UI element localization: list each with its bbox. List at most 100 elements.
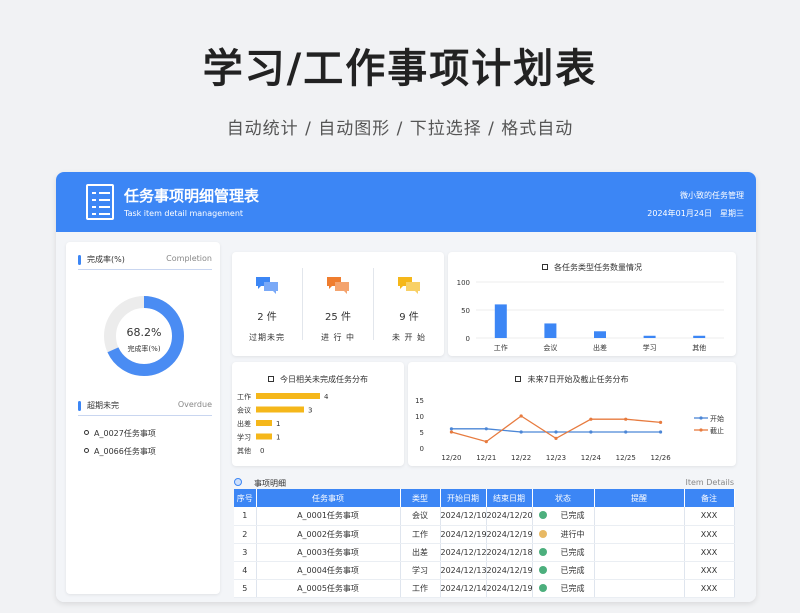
y-tick-label: 50 bbox=[461, 307, 470, 315]
column-header[interactable]: 任务事项 bbox=[256, 489, 401, 507]
stat-overdue: 2 件 过期未完 bbox=[232, 252, 302, 356]
cell-note[interactable]: XXX bbox=[684, 525, 735, 544]
y-tick-label: 0 bbox=[466, 335, 470, 343]
cell-end[interactable]: 2024/12/19 bbox=[486, 579, 533, 598]
cell-start[interactable]: 2024/12/19 bbox=[440, 525, 487, 544]
cell-task[interactable]: A_0002任务事项 bbox=[256, 525, 401, 544]
status-cell[interactable]: 已完成 bbox=[532, 579, 595, 598]
cell-end[interactable]: 2024/12/18 bbox=[486, 543, 533, 562]
x-tick-label: 12/20 bbox=[441, 454, 461, 462]
table-row[interactable]: 5 A_0005任务事项 工作 2024/12/14 2024/12/19 已完成 XXX bbox=[234, 579, 735, 598]
status-cell[interactable]: 已完成 bbox=[532, 507, 595, 526]
cell-task[interactable]: A_0001任务事项 bbox=[256, 507, 401, 526]
y-tick-label: 15 bbox=[415, 397, 424, 405]
overdue-item[interactable]: A_0066任务事项 bbox=[84, 446, 156, 457]
status-text: 进行中 bbox=[560, 529, 585, 539]
cell-type[interactable]: 出差 bbox=[400, 543, 441, 562]
cell-end[interactable]: 2024/12/19 bbox=[486, 561, 533, 580]
cell-start[interactable]: 2024/12/10 bbox=[440, 507, 487, 526]
stats-panel: 2 件 过期未完 25 件 进 行 中 9 件 未 开 始 bbox=[232, 252, 444, 356]
cell-start[interactable]: 2024/12/12 bbox=[440, 543, 487, 562]
x-tick-label: 12/25 bbox=[616, 454, 636, 462]
data-point bbox=[554, 430, 558, 434]
cell-remind[interactable] bbox=[594, 507, 685, 526]
header-date: 2024年01月24日 星期三 bbox=[647, 208, 744, 219]
cell-type[interactable]: 学习 bbox=[400, 561, 441, 580]
bullet-icon bbox=[84, 430, 89, 435]
overdue-item[interactable]: A_0027任务事项 bbox=[84, 428, 156, 439]
table-header-row: 序号 任务事项 类型 开始日期 结束日期 状态 提醒 备注 bbox=[234, 489, 735, 507]
status-text: 已完成 bbox=[560, 583, 585, 593]
cell-start[interactable]: 2024/12/14 bbox=[440, 579, 487, 598]
cell-note[interactable]: XXX bbox=[684, 561, 735, 580]
column-header[interactable]: 提醒 bbox=[594, 489, 685, 507]
table-row[interactable]: 4 A_0004任务事项 学习 2024/12/13 2024/12/19 已完成 XXX bbox=[234, 561, 735, 580]
cell-no[interactable]: 3 bbox=[234, 543, 257, 562]
data-point bbox=[449, 427, 454, 431]
y-tick-label: 10 bbox=[415, 413, 424, 421]
cell-no[interactable]: 5 bbox=[234, 579, 257, 598]
cell-remind[interactable] bbox=[594, 543, 685, 562]
details-header: 事项明细 Item Details bbox=[234, 475, 734, 490]
dashboard-header: 任务事项明细管理表 Task item detail management 微小… bbox=[56, 172, 756, 232]
status-cell[interactable]: 已完成 bbox=[532, 543, 595, 562]
cell-note[interactable]: XXX bbox=[684, 543, 735, 562]
cell-end[interactable]: 2024/12/20 bbox=[486, 507, 533, 526]
column-header[interactable]: 开始日期 bbox=[440, 489, 487, 507]
status-icon bbox=[538, 583, 547, 592]
table-row[interactable]: 2 A_0002任务事项 工作 2024/12/19 2024/12/19 进行中 XXX bbox=[234, 525, 735, 544]
column-header[interactable]: 备注 bbox=[684, 489, 735, 507]
y-tick-label: 0 bbox=[420, 445, 424, 453]
column-header[interactable]: 状态 bbox=[532, 489, 595, 507]
data-point bbox=[484, 427, 488, 431]
bar bbox=[643, 335, 656, 338]
overdue-item-label: A_0027任务事项 bbox=[94, 429, 156, 438]
x-tick-label: 其他 bbox=[692, 343, 706, 352]
bullet-icon bbox=[84, 448, 89, 453]
y-tick-label: 学习 bbox=[237, 433, 251, 442]
data-point bbox=[658, 420, 663, 424]
overdue-title: 超期未完 bbox=[87, 401, 119, 410]
cell-type[interactable]: 会议 bbox=[400, 507, 441, 526]
status-cell[interactable]: 进行中 bbox=[532, 525, 595, 544]
bar bbox=[594, 331, 606, 338]
cell-task[interactable]: A_0005任务事项 bbox=[256, 579, 401, 598]
cell-task[interactable]: A_0004任务事项 bbox=[256, 561, 401, 580]
table-body: 1 A_0001任务事项 会议 2024/12/10 2024/12/20 已完成 XXX 2… bbox=[234, 507, 735, 598]
cell-type[interactable]: 工作 bbox=[400, 525, 441, 544]
column-header[interactable]: 结束日期 bbox=[486, 489, 533, 507]
cell-end[interactable]: 2024/12/19 bbox=[486, 525, 533, 544]
stat-count: 25 件 bbox=[325, 312, 351, 323]
cell-remind[interactable] bbox=[594, 525, 685, 544]
today-hbar-chart: 工作 4 会议 3 出差 1 学习 1 其他 0 bbox=[237, 392, 329, 455]
status-cell[interactable]: 已完成 bbox=[532, 561, 595, 580]
chat-bubbles-icon bbox=[327, 277, 349, 294]
cell-remind[interactable] bbox=[594, 579, 685, 598]
cell-note[interactable]: XXX bbox=[684, 579, 735, 598]
column-header[interactable]: 类型 bbox=[400, 489, 441, 507]
cell-no[interactable]: 1 bbox=[234, 507, 257, 526]
table-row[interactable]: 1 A_0001任务事项 会议 2024/12/10 2024/12/20 已完成 XXX bbox=[234, 507, 735, 526]
stat-count: 2 件 bbox=[257, 312, 277, 323]
status-icon bbox=[538, 511, 547, 520]
data-label: 1 bbox=[276, 420, 280, 428]
completion-percent: 68.2% bbox=[126, 326, 162, 339]
date-text: 2024年01月24日 bbox=[647, 209, 712, 218]
cell-type[interactable]: 工作 bbox=[400, 579, 441, 598]
cell-start[interactable]: 2024/12/13 bbox=[440, 561, 487, 580]
type-bar-chart: 0 50 100 工作 会议 出差 学习 其他 bbox=[457, 279, 724, 352]
cell-note[interactable]: XXX bbox=[684, 507, 735, 526]
stat-label: 进 行 中 bbox=[320, 333, 356, 342]
cell-task[interactable]: A_0003任务事项 bbox=[256, 543, 401, 562]
legend-label: 开始 bbox=[710, 414, 724, 423]
week-line-chart-panel: 未来7日开始及截止任务分布 0 5 10 15 12/20 12/21 12/22 12/23… bbox=[408, 362, 736, 466]
section-bar bbox=[78, 255, 81, 265]
overdue-item-label: A_0066任务事项 bbox=[94, 447, 156, 456]
document-list-icon bbox=[86, 184, 114, 220]
cell-no[interactable]: 4 bbox=[234, 561, 257, 580]
cell-remind[interactable] bbox=[594, 561, 685, 580]
header-subtitle: Task item detail management bbox=[124, 209, 244, 218]
column-header[interactable]: 序号 bbox=[234, 489, 257, 507]
table-row[interactable]: 3 A_0003任务事项 出差 2024/12/12 2024/12/18 已完成 XXX bbox=[234, 543, 735, 562]
cell-no[interactable]: 2 bbox=[234, 525, 257, 544]
